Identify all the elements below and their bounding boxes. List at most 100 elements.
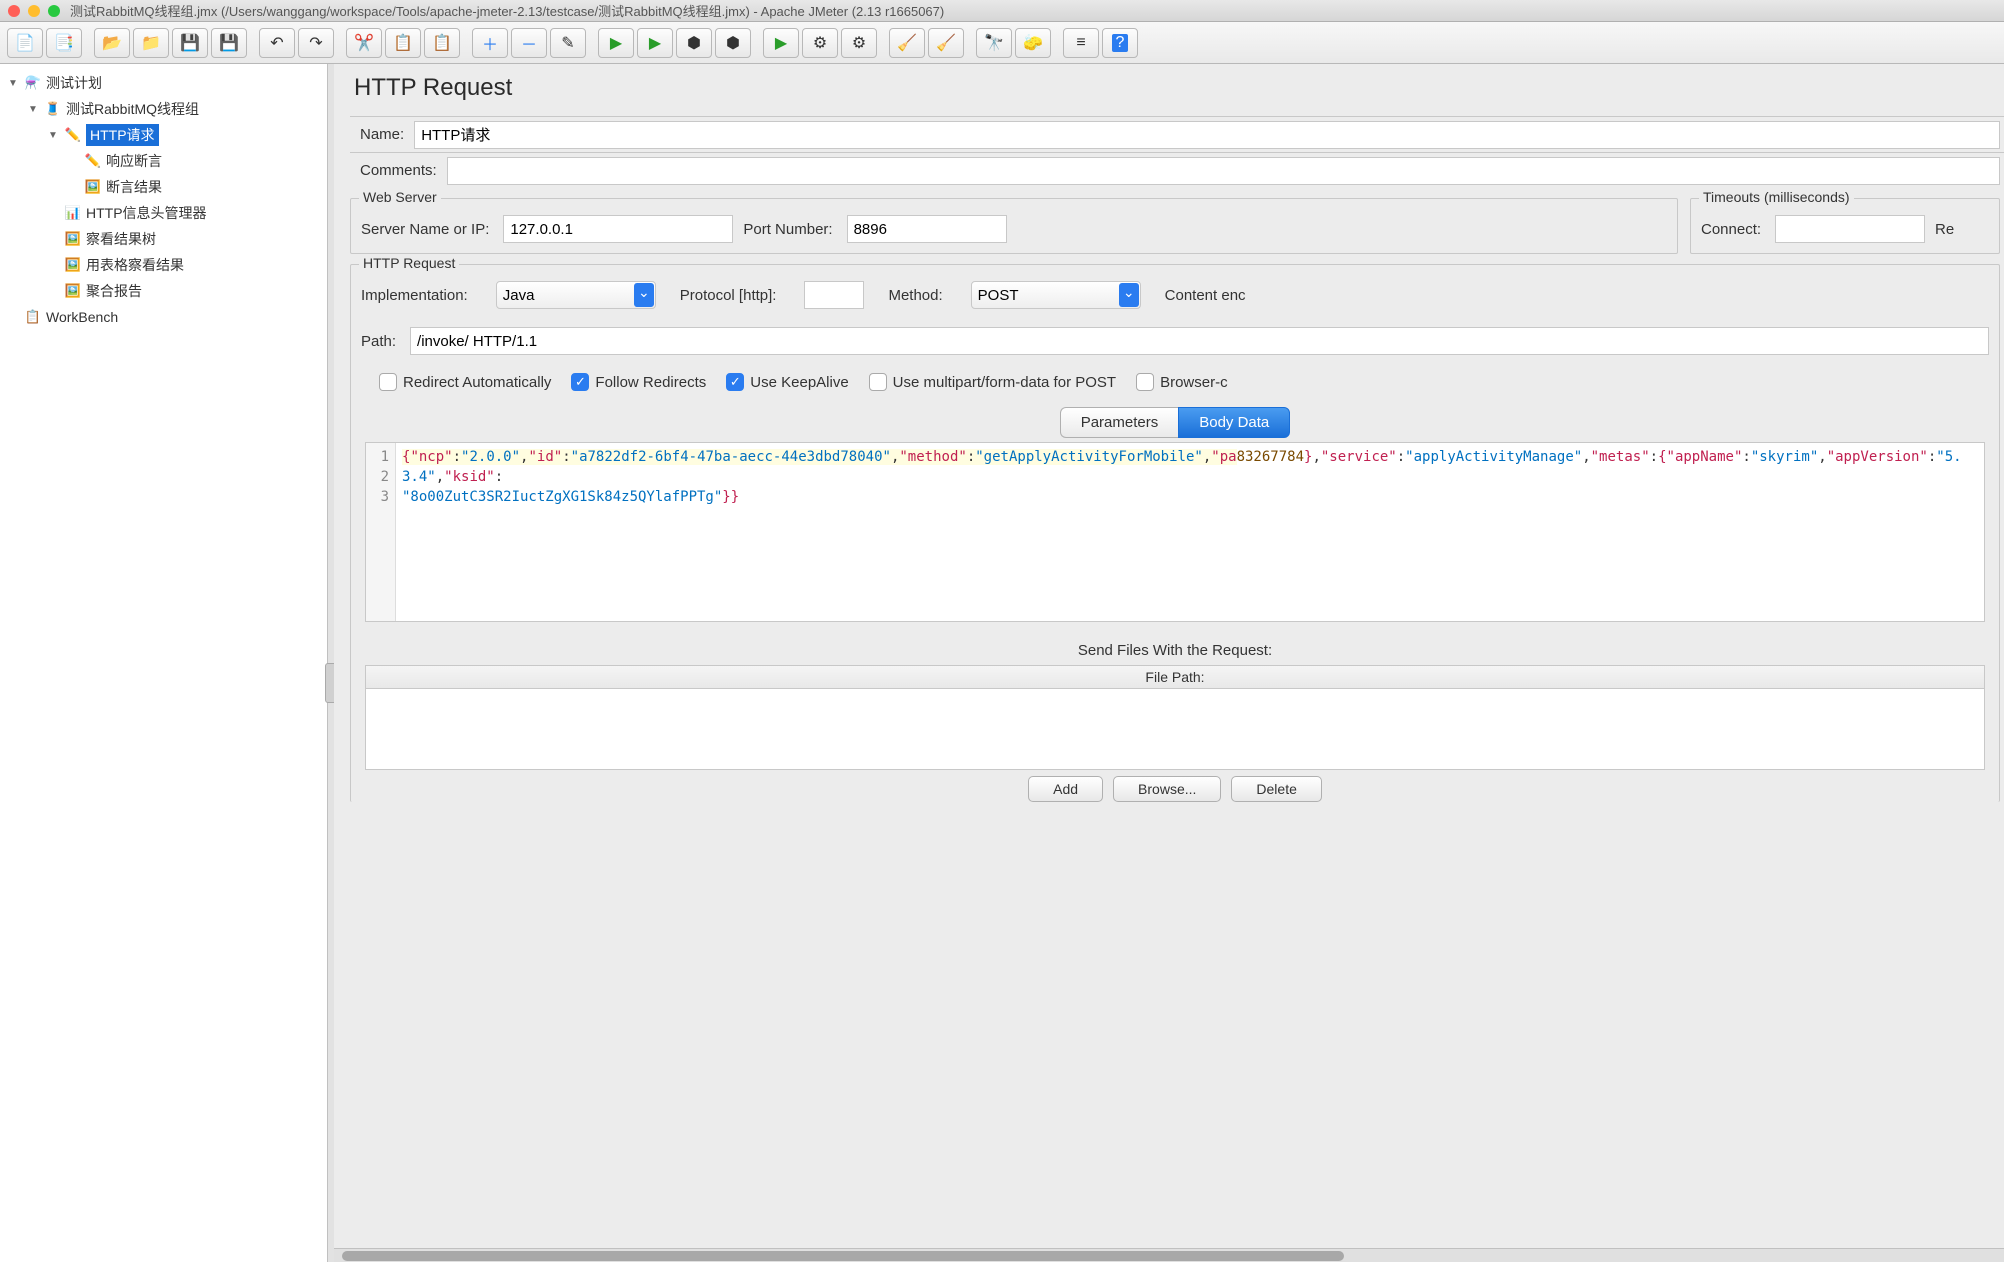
listener-icon: 🖼️	[84, 178, 102, 196]
help-button[interactable]: ?	[1102, 28, 1138, 58]
method-label: Method:	[888, 287, 946, 304]
toolbar: 📄 📑 📂 📁 💾 💾 ↶ ↷ ✂️ 📋 📋 ＋ － ✎ ▶ ▶ ⬢ ⬢ ▶ ⚙…	[0, 22, 2004, 64]
listener-icon: 🖼️	[64, 256, 82, 274]
method-select[interactable]: POST	[971, 281, 1141, 309]
toggle-button[interactable]: ✎	[550, 28, 586, 58]
panel-title: HTTP Request	[354, 74, 2004, 102]
templates-button[interactable]: 📑	[46, 28, 82, 58]
comments-input[interactable]	[447, 157, 2000, 185]
body-data-editor[interactable]: 123 {"ncp":"2.0.0","id":"a7822df2-6bf4-4…	[365, 442, 1985, 622]
checkbox-checked-icon: ✓	[726, 373, 744, 391]
paste-button[interactable]: 📋	[424, 28, 460, 58]
tree-item-view-results-tree[interactable]: 🖼️ 察看结果树	[44, 226, 323, 252]
row-name: Name:	[350, 116, 2004, 152]
horizontal-scrollbar[interactable]	[334, 1248, 2004, 1262]
tree-item-http-request[interactable]: ▼ ✏️ HTTP请求	[44, 122, 323, 148]
chk-browser-compat[interactable]: Browser-c	[1136, 373, 1228, 391]
undo-button[interactable]: ↶	[259, 28, 295, 58]
clear-all-button[interactable]: 🧹	[928, 28, 964, 58]
open-button[interactable]: 📂	[94, 28, 130, 58]
server-name-label: Server Name or IP:	[361, 221, 493, 238]
line-gutter: 123	[366, 443, 396, 621]
tree-item-aggregate-report[interactable]: 🖼️ 聚合报告	[44, 278, 323, 304]
shutdown-button[interactable]: ⬢	[715, 28, 751, 58]
stop-button[interactable]: ⬢	[676, 28, 712, 58]
chk-redirect-auto[interactable]: Redirect Automatically	[379, 373, 551, 391]
new-file-button[interactable]: 📄	[7, 28, 43, 58]
connect-label: Connect:	[1701, 221, 1765, 238]
scrollbar-thumb[interactable]	[342, 1251, 1344, 1261]
protocol-input[interactable]	[804, 281, 864, 309]
tree-item-header-manager[interactable]: 📊 HTTP信息头管理器	[44, 200, 323, 226]
body-tabs: Parameters Body Data	[361, 407, 1989, 438]
tree-item-assertion-result[interactable]: 🖼️ 断言结果	[64, 174, 323, 200]
fieldset-http-request: HTTP Request Implementation: Java Protoc…	[350, 264, 2000, 802]
remote-stop-button[interactable]: ⚙	[841, 28, 877, 58]
tree-item-testplan[interactable]: ▼ ⚗️ 测试计划	[4, 70, 323, 96]
flask-icon: ⚗️	[24, 74, 42, 92]
code-content[interactable]: {"ncp":"2.0.0","id":"a7822df2-6bf4-47ba-…	[396, 443, 1984, 621]
save-as-button[interactable]: 💾	[211, 28, 247, 58]
row-comments: Comments:	[350, 152, 2004, 188]
search-button[interactable]: 🔭	[976, 28, 1012, 58]
tree-item-workbench[interactable]: 📋 WorkBench	[4, 304, 323, 330]
chk-keepalive[interactable]: ✓Use KeepAlive	[726, 373, 848, 391]
name-input[interactable]	[414, 121, 2000, 149]
files-table-body[interactable]	[366, 689, 1984, 769]
path-label: Path:	[361, 333, 400, 350]
clear-button[interactable]: 🧹	[889, 28, 925, 58]
maximize-icon[interactable]	[48, 5, 60, 17]
add-button[interactable]: Add	[1028, 776, 1103, 802]
function-helper-button[interactable]: ≡	[1063, 28, 1099, 58]
config-icon: 📊	[64, 204, 82, 222]
name-label: Name:	[350, 126, 414, 143]
reset-search-button[interactable]: 🧽	[1015, 28, 1051, 58]
cut-button[interactable]: ✂️	[346, 28, 382, 58]
tree-item-assertion[interactable]: ✏️ 响应断言	[64, 148, 323, 174]
remote-start-all-button[interactable]: ⚙	[802, 28, 838, 58]
close-button[interactable]: 📁	[133, 28, 169, 58]
minimize-icon[interactable]	[28, 5, 40, 17]
files-col-filepath: File Path:	[366, 666, 1984, 689]
browse-button[interactable]: Browse...	[1113, 776, 1221, 802]
timeouts-legend: Timeouts (milliseconds)	[1699, 189, 1854, 205]
protocol-label: Protocol [http]:	[680, 287, 781, 304]
fieldset-timeouts: Timeouts (milliseconds) Connect: Re	[1690, 198, 2000, 254]
tree-item-table-results[interactable]: 🖼️ 用表格察看结果	[44, 252, 323, 278]
sampler-icon: ✏️	[64, 126, 82, 144]
start-no-timer-button[interactable]: ▶	[637, 28, 673, 58]
port-label: Port Number:	[743, 221, 836, 238]
start-button[interactable]: ▶	[598, 28, 634, 58]
checkbox-icon	[379, 373, 397, 391]
main-area: ▼ ⚗️ 测试计划 ▼ 🧵 测试RabbitMQ线程组	[0, 64, 2004, 1262]
traffic-lights	[8, 5, 60, 17]
test-plan-tree[interactable]: ▼ ⚗️ 测试计划 ▼ 🧵 测试RabbitMQ线程组	[4, 70, 323, 330]
workbench-icon: 📋	[24, 308, 42, 326]
chk-multipart[interactable]: Use multipart/form-data for POST	[869, 373, 1116, 391]
remote-start-button[interactable]: ▶	[763, 28, 799, 58]
server-name-input[interactable]	[503, 215, 733, 243]
connect-input[interactable]	[1775, 215, 1925, 243]
files-table[interactable]: File Path:	[365, 665, 1985, 770]
encoding-label: Content enc	[1165, 287, 1250, 304]
tree-panel: ▼ ⚗️ 测试计划 ▼ 🧵 测试RabbitMQ线程组	[0, 64, 328, 1262]
content-panel: HTTP Request Name: Comments: Web Server …	[334, 64, 2004, 1262]
tree-item-threadgroup[interactable]: ▼ 🧵 测试RabbitMQ线程组	[24, 96, 323, 122]
redo-button[interactable]: ↷	[298, 28, 334, 58]
tab-parameters[interactable]: Parameters	[1060, 407, 1179, 438]
port-input[interactable]	[847, 215, 1007, 243]
assertion-icon: ✏️	[84, 152, 102, 170]
save-button[interactable]: 💾	[172, 28, 208, 58]
path-input[interactable]	[410, 327, 1989, 355]
implementation-select[interactable]: Java	[496, 281, 656, 309]
web-server-legend: Web Server	[359, 189, 441, 205]
files-section-title: Send Files With the Request:	[361, 642, 1989, 659]
copy-button[interactable]: 📋	[385, 28, 421, 58]
chk-follow-redirects[interactable]: ✓Follow Redirects	[571, 373, 706, 391]
expand-button[interactable]: ＋	[472, 28, 508, 58]
close-icon[interactable]	[8, 5, 20, 17]
collapse-button[interactable]: －	[511, 28, 547, 58]
delete-button[interactable]: Delete	[1231, 776, 1321, 802]
implementation-label: Implementation:	[361, 287, 472, 304]
tab-body-data[interactable]: Body Data	[1178, 407, 1290, 438]
